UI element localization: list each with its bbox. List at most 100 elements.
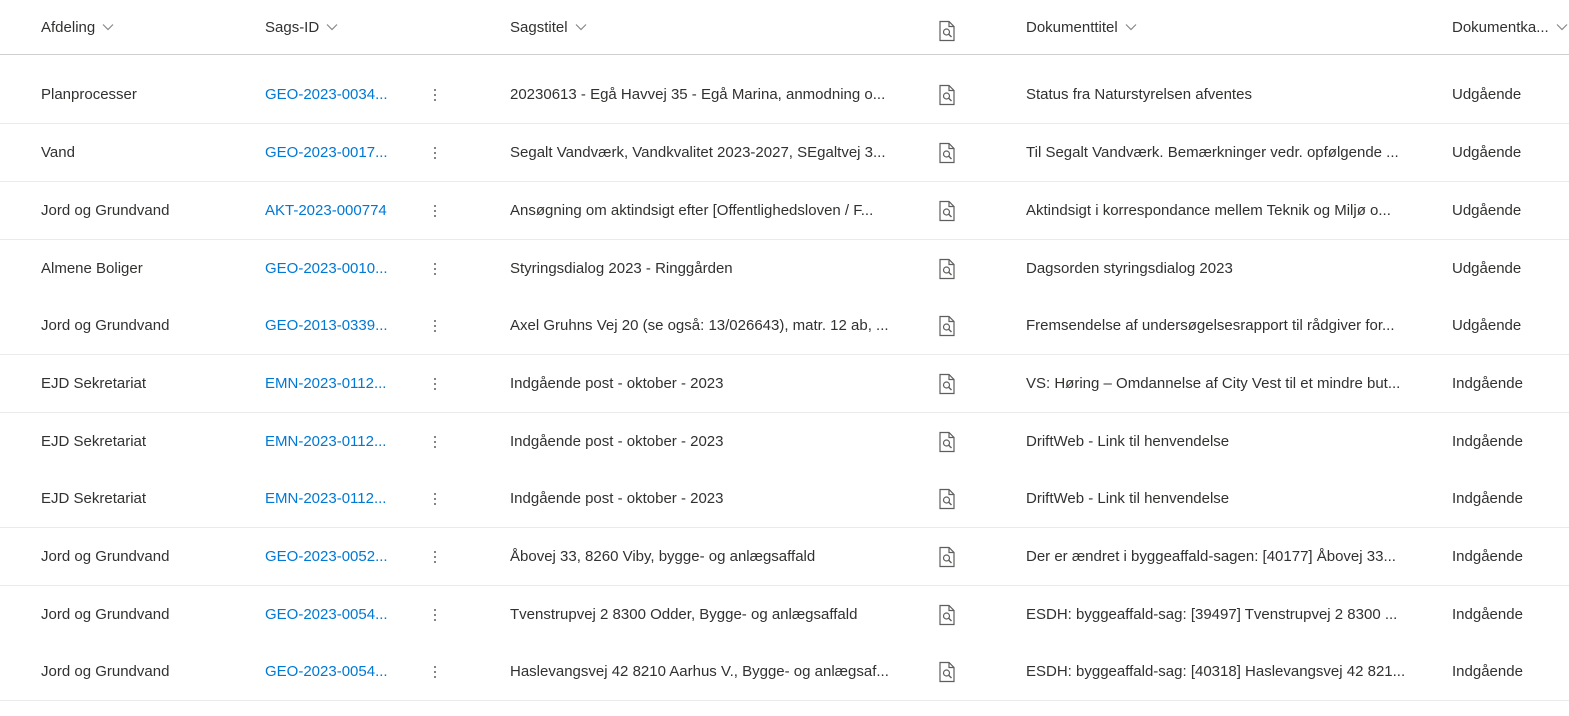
dokumenttitel-cell[interactable]: Status fra Naturstyrelsen afventes xyxy=(1026,66,1424,123)
dokumenttitel-text[interactable]: Der er ændret i byggeaffald-sagen: [4017… xyxy=(1026,548,1396,565)
dokumenttitel-cell[interactable]: Der er ændret i byggeaffald-sagen: [4017… xyxy=(1026,528,1424,585)
dokumenttitel-cell[interactable]: DriftWeb - Link til henvendelse xyxy=(1026,413,1424,470)
more-options-icon[interactable] xyxy=(425,182,445,239)
afdeling-cell: Planprocesser xyxy=(41,66,241,123)
sags-id-cell[interactable]: AKT-2023-000774 xyxy=(265,182,395,239)
kategori-cell: Indgående xyxy=(1452,470,1569,527)
more-options-icon[interactable] xyxy=(425,355,445,412)
sags-id-cell[interactable]: GEO-2023-0054... xyxy=(265,586,395,643)
document-preview-icon[interactable] xyxy=(937,413,959,470)
column-header-label: Dokumenttitel xyxy=(1026,18,1118,36)
more-options-icon[interactable] xyxy=(425,586,445,643)
column-header-afdeling[interactable]: Afdeling xyxy=(41,0,115,54)
table-row[interactable]: Vand GEO-2023-0017... Segalt Vandværk, V… xyxy=(0,124,1569,182)
document-preview-icon[interactable] xyxy=(937,355,959,412)
dokumenttitel-cell[interactable]: Aktindsigt i korrespondance mellem Tekni… xyxy=(1026,182,1424,239)
more-options-icon[interactable] xyxy=(425,470,445,527)
sags-id-link[interactable]: GEO-2023-0034... xyxy=(265,86,388,103)
dokumenttitel-text[interactable]: Fremsendelse af undersøgelsesrapport til… xyxy=(1026,317,1395,334)
sags-id-cell[interactable]: GEO-2023-0017... xyxy=(265,124,395,181)
more-options-icon[interactable] xyxy=(425,528,445,585)
sags-id-cell[interactable]: GEO-2013-0339... xyxy=(265,297,395,354)
sagstitel-text: Tvenstrupvej 2 8300 Odder, Bygge- og anl… xyxy=(510,606,858,623)
chevron-down-icon xyxy=(1555,20,1569,34)
sagstitel-text: Haslevangsvej 42 8210 Aarhus V., Bygge- … xyxy=(510,663,889,680)
document-preview-icon[interactable] xyxy=(937,124,959,181)
document-preview-icon[interactable] xyxy=(937,182,959,239)
dokumenttitel-text[interactable]: DriftWeb - Link til henvendelse xyxy=(1026,490,1229,507)
document-preview-icon[interactable] xyxy=(937,528,959,585)
document-preview-icon[interactable] xyxy=(937,470,959,527)
table-row[interactable]: Jord og Grundvand AKT-2023-000774 Ansøgn… xyxy=(0,182,1569,240)
sags-id-cell[interactable]: EMN-2023-0112... xyxy=(265,413,395,470)
sags-id-cell[interactable]: GEO-2023-0010... xyxy=(265,240,395,297)
sags-id-cell[interactable]: EMN-2023-0112... xyxy=(265,470,395,527)
sags-id-link[interactable]: EMN-2023-0112... xyxy=(265,433,386,450)
dokumenttitel-cell[interactable]: VS: Høring – Omdannelse af City Vest til… xyxy=(1026,355,1424,412)
sags-id-link[interactable]: GEO-2023-0054... xyxy=(265,663,388,680)
document-preview-icon[interactable] xyxy=(937,297,959,354)
more-options-icon[interactable] xyxy=(425,66,445,123)
column-header-sagstitel[interactable]: Sagstitel xyxy=(510,0,588,54)
column-header-preview[interactable] xyxy=(937,20,957,42)
sags-id-link[interactable]: GEO-2023-0010... xyxy=(265,260,388,277)
dokumenttitel-text[interactable]: DriftWeb - Link til henvendelse xyxy=(1026,433,1229,450)
sagstitel-text: Åbovej 33, 8260 Viby, bygge- og anlægsaf… xyxy=(510,548,816,565)
sags-id-link[interactable]: GEO-2013-0339... xyxy=(265,317,388,334)
more-options-icon[interactable] xyxy=(425,124,445,181)
sags-id-link[interactable]: EMN-2023-0112... xyxy=(265,375,386,392)
more-options-icon[interactable] xyxy=(425,413,445,470)
chevron-down-icon xyxy=(574,20,588,34)
sags-id-link[interactable]: AKT-2023-000774 xyxy=(265,202,387,219)
table-row[interactable]: Jord og Grundvand GEO-2023-0052... Åbove… xyxy=(0,528,1569,586)
sagstitel-cell: Segalt Vandværk, Vandkvalitet 2023-2027,… xyxy=(510,124,908,181)
sags-id-link[interactable]: GEO-2023-0017... xyxy=(265,144,388,161)
dokumenttitel-cell[interactable]: ESDH: byggeaffald-sag: [39497] Tvenstrup… xyxy=(1026,586,1424,643)
dokumenttitel-text[interactable]: Dagsorden styringsdialog 2023 xyxy=(1026,260,1233,277)
sags-id-cell[interactable]: EMN-2023-0112... xyxy=(265,355,395,412)
dokumenttitel-cell[interactable]: DriftWeb - Link til henvendelse xyxy=(1026,470,1424,527)
sagstitel-cell: Haslevangsvej 42 8210 Aarhus V., Bygge- … xyxy=(510,643,908,700)
sagstitel-text: Indgående post - oktober - 2023 xyxy=(510,375,724,392)
document-preview-icon[interactable] xyxy=(937,240,959,297)
sags-id-cell[interactable]: GEO-2023-0052... xyxy=(265,528,395,585)
dokumenttitel-text[interactable]: Aktindsigt i korrespondance mellem Tekni… xyxy=(1026,202,1391,219)
afdeling-text: Jord og Grundvand xyxy=(41,317,170,334)
document-preview-icon[interactable] xyxy=(937,66,959,123)
table-row[interactable]: Planprocesser GEO-2023-0034... 20230613 … xyxy=(0,66,1569,124)
dokumenttitel-text[interactable]: Status fra Naturstyrelsen afventes xyxy=(1026,86,1252,103)
document-preview-icon[interactable] xyxy=(937,586,959,643)
column-header-label: Sagstitel xyxy=(510,18,568,36)
table-row[interactable]: Jord og Grundvand GEO-2013-0339... Axel … xyxy=(0,297,1569,355)
sags-id-cell[interactable]: GEO-2023-0054... xyxy=(265,643,395,700)
column-header-sags-id[interactable]: Sags-ID xyxy=(265,0,339,54)
table-row[interactable]: EJD Sekretariat EMN-2023-0112... Indgåen… xyxy=(0,355,1569,413)
chevron-down-icon xyxy=(325,20,339,34)
sags-id-link[interactable]: GEO-2023-0052... xyxy=(265,548,388,565)
table-row[interactable]: EJD Sekretariat EMN-2023-0112... Indgåen… xyxy=(0,470,1569,528)
dokumenttitel-cell[interactable]: Dagsorden styringsdialog 2023 xyxy=(1026,240,1424,297)
table-row[interactable]: EJD Sekretariat EMN-2023-0112... Indgåen… xyxy=(0,413,1569,471)
sags-id-cell[interactable]: GEO-2023-0034... xyxy=(265,66,395,123)
column-header-dokumenttitel[interactable]: Dokumenttitel xyxy=(1026,0,1138,54)
dokumenttitel-text[interactable]: ESDH: byggeaffald-sag: [39497] Tvenstrup… xyxy=(1026,606,1397,623)
more-options-icon[interactable] xyxy=(425,297,445,354)
kategori-cell: Indgående xyxy=(1452,528,1569,585)
kategori-text: Indgående xyxy=(1452,490,1523,507)
table-row[interactable]: Jord og Grundvand GEO-2023-0054... Tvens… xyxy=(0,586,1569,644)
dokumenttitel-cell[interactable]: ESDH: byggeaffald-sag: [40318] Haslevang… xyxy=(1026,643,1424,700)
more-options-icon[interactable] xyxy=(425,643,445,700)
sags-id-link[interactable]: GEO-2023-0054... xyxy=(265,606,388,623)
dokumenttitel-cell[interactable]: Fremsendelse af undersøgelsesrapport til… xyxy=(1026,297,1424,354)
dokumenttitel-text[interactable]: ESDH: byggeaffald-sag: [40318] Haslevang… xyxy=(1026,663,1405,680)
more-options-icon[interactable] xyxy=(425,240,445,297)
table-row[interactable]: Almene Boliger GEO-2023-0010... Styrings… xyxy=(0,240,1569,298)
dokumenttitel-text[interactable]: VS: Høring – Omdannelse af City Vest til… xyxy=(1026,375,1400,392)
sags-id-link[interactable]: EMN-2023-0112... xyxy=(265,490,386,507)
dokumenttitel-cell[interactable]: Til Segalt Vandværk. Bemærkninger vedr. … xyxy=(1026,124,1424,181)
dokumenttitel-text[interactable]: Til Segalt Vandværk. Bemærkninger vedr. … xyxy=(1026,144,1399,161)
column-header-dokumentkategori[interactable]: Dokumentka... xyxy=(1452,0,1569,54)
table-row[interactable]: Jord og Grundvand GEO-2023-0054... Hasle… xyxy=(0,643,1569,701)
document-preview-icon[interactable] xyxy=(937,643,959,700)
kategori-text: Udgående xyxy=(1452,202,1522,219)
